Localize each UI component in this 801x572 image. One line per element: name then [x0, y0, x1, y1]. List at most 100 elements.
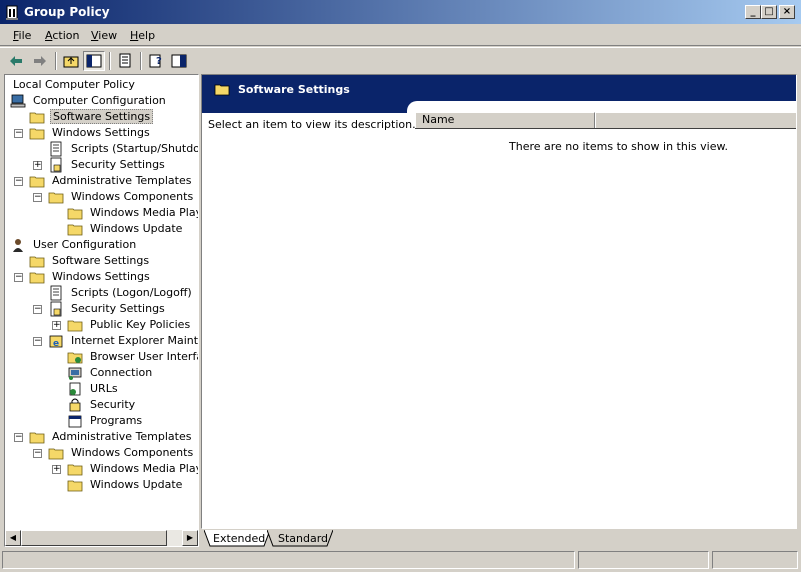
programs-icon	[67, 413, 83, 429]
tree-item-windows-update[interactable]: Windows Update	[5, 477, 198, 493]
show-hide-action-pane-icon	[171, 54, 187, 68]
tree-item-label: Programs	[90, 414, 143, 427]
tree-item-windows-components[interactable]: − Windows Components	[5, 189, 198, 205]
folder-icon	[67, 317, 83, 333]
tree-item-windows-settings[interactable]: − Windows Settings	[5, 269, 198, 285]
tree-item-label: Software Settings	[52, 254, 150, 267]
tree-item-internet-explorer-maintenance[interactable]: − e Internet Explorer Maintenance	[5, 333, 198, 349]
tree-item-label: Security Settings	[71, 158, 165, 171]
tree-item-windows-media-player[interactable]: Windows Media Player	[5, 205, 198, 221]
tree-item-administrative-templates[interactable]: − Administrative Templates	[5, 429, 198, 445]
tree-horizontal-scrollbar[interactable]: ◀ ▶	[5, 530, 198, 546]
tree-item-label: Computer Configuration	[33, 94, 166, 107]
tree-item-administrative-templates[interactable]: − Administrative Templates	[5, 173, 198, 189]
console-tree[interactable]: Local Computer Policy Computer Configurat…	[4, 74, 199, 547]
tree-item-computer-configuration[interactable]: Computer Configuration	[5, 93, 198, 109]
status-cell-main	[2, 551, 575, 569]
tree-item-label: Windows Update	[90, 222, 183, 235]
tree-item-software-settings[interactable]: Software Settings	[5, 109, 198, 125]
tree-item-windows-update[interactable]: Windows Update	[5, 221, 198, 237]
scroll-thumb[interactable]	[21, 530, 167, 546]
tree-item-scripts-startup-shutdown[interactable]: Scripts (Startup/Shutdown)	[5, 141, 199, 157]
tab-extended[interactable]: Extended	[204, 530, 270, 547]
collapse-icon[interactable]: −	[14, 129, 23, 138]
expand-icon[interactable]: +	[52, 465, 61, 474]
tree-item-scripts-logon-logoff[interactable]: Scripts (Logon/Logoff)	[5, 285, 198, 301]
maximize-button[interactable]: □	[761, 5, 777, 19]
tree-item-label: Windows Update	[90, 478, 183, 491]
expand-icon[interactable]: +	[52, 321, 61, 330]
tree-item-local-computer-policy[interactable]: Local Computer Policy	[5, 77, 198, 93]
scripts-icon	[48, 141, 64, 157]
column-header-name[interactable]: Name	[415, 112, 595, 128]
collapse-icon[interactable]: −	[33, 305, 42, 314]
tree-item-label: Browser User Interface	[90, 350, 198, 363]
help-icon: ?	[149, 54, 162, 68]
tree-item-security[interactable]: Security	[5, 397, 198, 413]
show-hide-action-pane-button[interactable]	[168, 51, 190, 71]
computer-icon	[10, 93, 26, 109]
menu-bar: File Action View Help	[0, 25, 801, 46]
title-bar: Group Policy _ □ ×	[0, 0, 801, 25]
list-header: Name	[415, 112, 796, 129]
urls-icon	[67, 381, 83, 397]
help-button[interactable]: ?	[145, 51, 167, 71]
tree-item-label: Connection	[90, 366, 153, 379]
tree-item-windows-components[interactable]: − Windows Components	[5, 445, 198, 461]
up-folder-icon	[63, 56, 79, 68]
export-list-button[interactable]	[114, 51, 136, 71]
collapse-icon[interactable]: −	[14, 177, 23, 186]
up-one-level-button[interactable]	[60, 51, 82, 71]
tree-item-urls[interactable]: URLs	[5, 381, 198, 397]
scroll-right-button[interactable]: ▶	[182, 530, 198, 546]
minimize-button[interactable]: _	[745, 5, 761, 19]
collapse-icon[interactable]: −	[33, 337, 42, 346]
tree-item-label: Security Settings	[71, 302, 165, 315]
user-icon	[10, 237, 26, 253]
column-header-blank	[595, 112, 796, 128]
tree-item-security-settings[interactable]: − Security Settings	[5, 301, 198, 317]
collapse-icon[interactable]: −	[14, 273, 23, 282]
empty-list-message: There are no items to show in this view.	[509, 140, 728, 153]
tab-standard[interactable]: Standard	[267, 530, 333, 547]
menu-file[interactable]: File	[13, 29, 31, 42]
show-hide-tree-button[interactable]	[83, 51, 105, 71]
tree-item-label: Windows Media Player	[90, 462, 198, 475]
details-title: Software Settings	[238, 83, 350, 96]
expand-icon[interactable]: +	[33, 161, 42, 170]
close-button[interactable]: ×	[779, 5, 795, 19]
menu-action[interactable]: Action	[45, 29, 79, 42]
folder-icon	[67, 461, 83, 477]
menu-view[interactable]: View	[91, 29, 117, 42]
tree-item-windows-settings[interactable]: − Windows Settings	[5, 125, 198, 141]
menu-help[interactable]: Help	[130, 29, 155, 42]
show-hide-tree-icon	[86, 54, 102, 68]
svg-text:e: e	[53, 339, 59, 349]
description-text: Select an item to view its description.	[208, 118, 416, 131]
back-button[interactable]	[5, 51, 27, 71]
tree-item-label: Windows Components	[71, 190, 194, 203]
collapse-icon[interactable]: −	[33, 449, 42, 458]
tree-item-label: Scripts (Startup/Shutdown)	[71, 142, 199, 155]
tree-item-connection[interactable]: Connection	[5, 365, 198, 381]
scroll-left-button[interactable]: ◀	[5, 530, 21, 546]
tree-item-label: Windows Media Player	[90, 206, 198, 219]
forward-button[interactable]	[29, 51, 51, 71]
folder-icon	[67, 221, 83, 237]
folder-icon	[214, 84, 230, 96]
tree-item-programs[interactable]: Programs	[5, 413, 198, 429]
collapse-icon[interactable]: −	[33, 193, 42, 202]
tree-item-label: Public Key Policies	[90, 318, 191, 331]
tree-item-label: User Configuration	[33, 238, 137, 251]
collapse-icon[interactable]: −	[14, 433, 23, 442]
tree-item-software-settings[interactable]: Software Settings	[5, 253, 198, 269]
window-title: Group Policy	[24, 5, 110, 19]
folder-icon	[29, 173, 45, 189]
tree-item-browser-user-interface[interactable]: Browser User Interface	[5, 349, 198, 365]
tree-item-public-key-policies[interactable]: + Public Key Policies	[5, 317, 198, 333]
ie-maintenance-icon: e	[48, 333, 64, 349]
browser-ui-icon	[67, 349, 83, 365]
tree-item-windows-media-player[interactable]: + Windows Media Player	[5, 461, 198, 477]
tree-item-user-configuration[interactable]: User Configuration	[5, 237, 198, 253]
tree-item-security-settings[interactable]: + Security Settings	[5, 157, 198, 173]
